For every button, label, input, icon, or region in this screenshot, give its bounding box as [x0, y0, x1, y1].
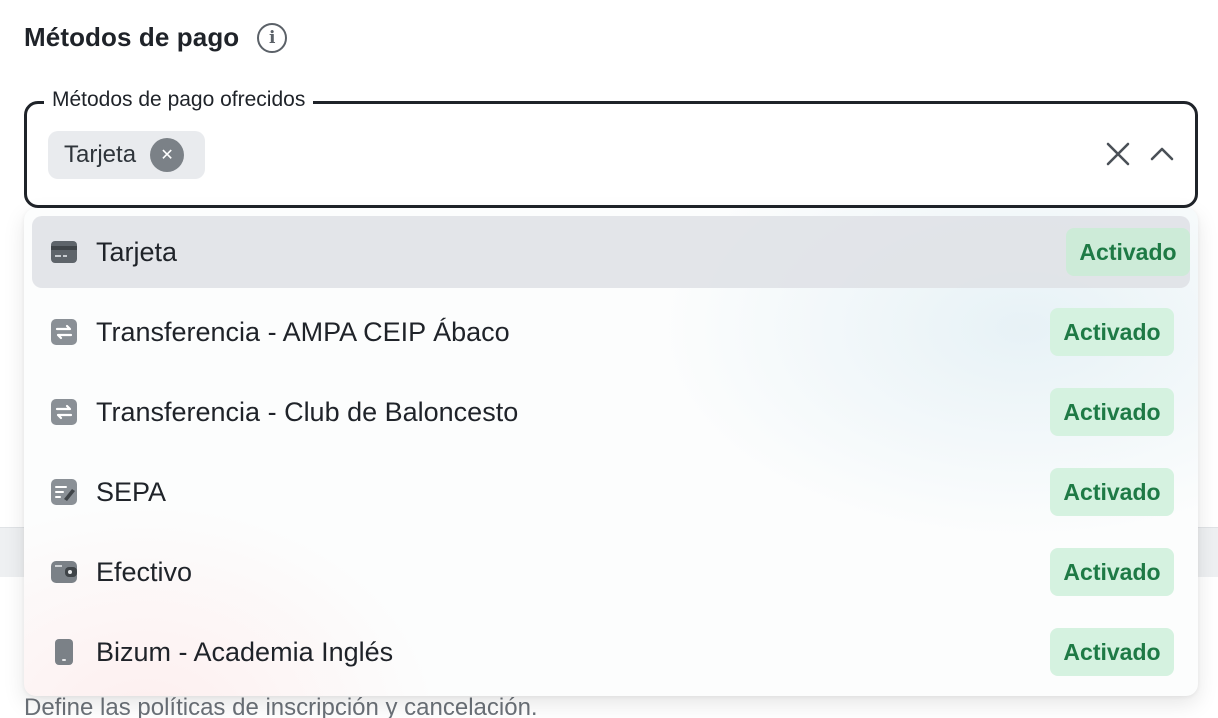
options-dropdown: Tarjeta Activado Transferencia - AMPA CE… — [24, 208, 1198, 696]
option-label: SEPA — [96, 476, 167, 507]
status-badge: Activado — [1050, 468, 1174, 516]
chip-label: Tarjeta — [64, 141, 137, 168]
option-label: Bizum - Academia Inglés — [96, 636, 394, 667]
close-icon[interactable]: ✕ — [150, 138, 185, 172]
option-sepa[interactable]: SEPA Activado — [32, 456, 1190, 528]
option-transferencia-ampa[interactable]: Transferencia - AMPA CEIP Ábaco Activado — [32, 296, 1190, 368]
transfer-icon — [50, 398, 78, 426]
chevron-up-icon — [1150, 147, 1174, 161]
option-transferencia-club[interactable]: Transferencia - Club de Baloncesto Activ… — [32, 376, 1190, 448]
wallet-icon — [50, 558, 78, 586]
sign-document-icon — [50, 478, 78, 506]
option-label: Efectivo — [96, 556, 193, 587]
close-icon — [1106, 142, 1130, 166]
info-icon[interactable]: i — [257, 22, 288, 53]
section-title: Métodos de pago — [24, 22, 240, 52]
transfer-icon — [50, 318, 78, 346]
credit-card-icon — [50, 238, 78, 266]
option-efectivo[interactable]: Efectivo Activado — [32, 536, 1190, 608]
option-tarjeta[interactable]: Tarjeta Activado — [32, 216, 1190, 288]
collapse-dropdown-button[interactable] — [1146, 138, 1178, 170]
clear-selection-button[interactable] — [1102, 138, 1134, 170]
mobile-phone-icon — [50, 638, 78, 666]
selected-chip-tarjeta: Tarjeta ✕ — [48, 131, 205, 179]
option-label: Transferencia - Club de Baloncesto — [96, 396, 519, 427]
status-badge: Activado — [1050, 548, 1174, 596]
status-badge: Activado — [1050, 628, 1174, 676]
status-badge: Activado — [1066, 228, 1190, 276]
option-bizum[interactable]: Bizum - Academia Inglés Activado — [32, 616, 1190, 688]
section-description: Define las políticas de inscripción y ca… — [24, 694, 538, 718]
option-label: Tarjeta — [96, 236, 178, 267]
status-badge: Activado — [1050, 308, 1174, 356]
field-label: Métodos de pago ofrecidos — [44, 88, 314, 112]
payment-methods-header: Métodos de pago i — [24, 22, 288, 53]
option-label: Transferencia - AMPA CEIP Ábaco — [96, 316, 510, 347]
status-badge: Activado — [1050, 388, 1174, 436]
